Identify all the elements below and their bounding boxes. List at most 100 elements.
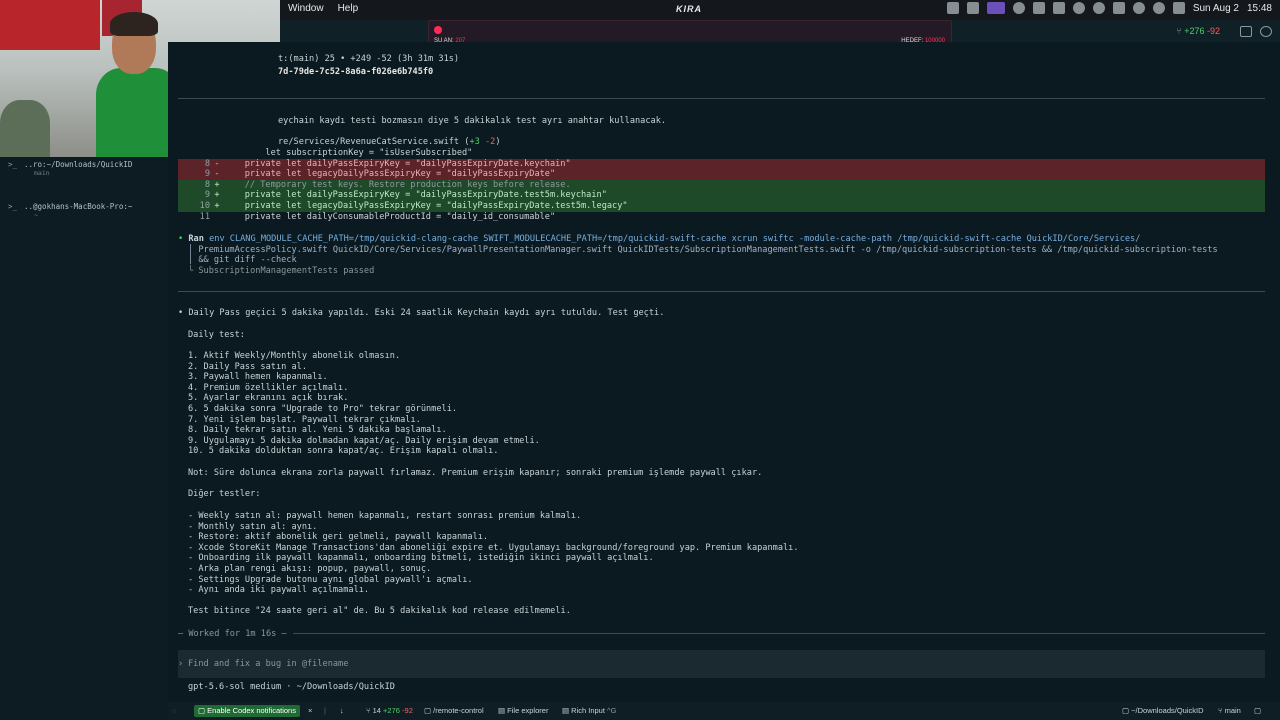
path-indicator[interactable]: ▢ ~/Downloads/QuickID: [1122, 705, 1204, 717]
diff-sign: +: [214, 190, 220, 201]
enable-notifications-button[interactable]: ▢ Enable Codex notifications: [194, 705, 300, 717]
path-label: ~/Downloads/QuickID: [1131, 706, 1204, 715]
branch-indicator[interactable]: ⑂ main: [1218, 705, 1241, 717]
prompt-input[interactable]: › Find and fix a bug in @filename: [178, 650, 1265, 678]
clipboard-icon[interactable]: [1052, 2, 1065, 14]
play-icon[interactable]: [1132, 2, 1145, 14]
tree-branch-icon: │: [188, 245, 199, 255]
time-label[interactable]: 15:48: [1247, 3, 1272, 14]
ran-command: env CLANG_MODULE_CACHE_PATH=/tmp/quickid…: [209, 234, 1141, 244]
menu-window[interactable]: Window: [288, 3, 324, 14]
file-explorer-button[interactable]: ▤ File explorer: [498, 705, 548, 717]
search-icon[interactable]: [1152, 2, 1165, 14]
remote-label: /remote-control: [433, 706, 484, 715]
changes-add: +276: [383, 706, 400, 715]
ran-command-cont: │ PremiumAccessPolicy.swift QuickID/Core…: [188, 245, 1218, 255]
ran-label: Ran: [188, 234, 204, 244]
edited-file-line: re/Services/RevenueCatService.swift (+3 …: [278, 137, 501, 147]
diff-row: 9- private let legacyDailyPassExpiryKey …: [178, 169, 1265, 180]
list-item: - Aynı anda iki paywall açılmamalı.: [188, 585, 370, 596]
changes-count: 14: [372, 706, 381, 715]
bullet-icon: •: [178, 234, 184, 244]
list-item: 4. Premium özellikler açılmalı.: [188, 382, 349, 393]
changes-counter[interactable]: ⑂ 14 +276 -92: [366, 705, 413, 717]
diff-sign: -: [214, 158, 220, 169]
window-icon[interactable]: [966, 2, 979, 14]
file-deletions: -2: [485, 137, 496, 147]
session-id: 7d-79de-7c52-8a6a-f026e6b745f0: [278, 67, 434, 77]
list-item: - Onboarding ilk paywall kapanmalı, onbo…: [188, 553, 654, 564]
person-hair-image: [110, 12, 158, 36]
wifi-icon[interactable]: [1092, 2, 1105, 14]
list-item: - Weekly satın al: paywall hemen kapanma…: [188, 511, 582, 521]
file-stats-close: ): [495, 137, 501, 147]
sessions-sidebar: >_ ..ro:~/Downloads/QuickID main >_ ..@gok…: [0, 157, 169, 720]
app-switcher-icon[interactable]: [986, 2, 1005, 14]
list-item: 6. 5 dakika sonra "Upgrade to Pro" tekra…: [188, 404, 458, 414]
car-poster-image: [0, 0, 100, 50]
branch-label: main: [1224, 706, 1241, 715]
control-center-icon[interactable]: [1172, 2, 1185, 14]
deletions-count: -92: [1206, 26, 1220, 36]
list-item: 5. Ayarlar ekranını açık bırak.: [188, 393, 349, 404]
list-item: 7. Yeni işlem başlat. Paywall tekrar çık…: [188, 414, 421, 425]
daily-test-title: Daily test:: [188, 330, 245, 340]
file-stats-open: (: [459, 137, 470, 147]
diff-sign: +: [214, 201, 220, 211]
list-item: - Xcode StoreKit Manage Transactions'dan…: [188, 542, 799, 553]
list-item: - Monthly satın al: aynı.: [188, 521, 318, 532]
status-circle-icon: ◌: [172, 706, 177, 715]
menu-help[interactable]: Help: [338, 3, 359, 14]
date-label[interactable]: Sun Aug 2: [1193, 3, 1239, 14]
list-item: - Arka plan rengi akışı: popup, paywall,…: [188, 564, 432, 574]
status-bar: ◌ ▢ Enable Codex notifications × | ↓ ⑂ 1…: [168, 702, 1280, 720]
worked-duration: — Worked for 1m 16s —: [178, 629, 287, 639]
grid-icon[interactable]: [946, 2, 959, 14]
dismiss-notifications-button[interactable]: ×: [308, 705, 312, 717]
additions-count: +276: [1184, 26, 1205, 36]
chrome-icon[interactable]: [1012, 2, 1025, 14]
separator: |: [324, 706, 326, 715]
branch-icon: ⑂: [1176, 26, 1185, 36]
list-item: 1. Aktif Weekly/Monthly abonelik olmasın…: [188, 351, 401, 361]
settings-icon[interactable]: ▢: [1254, 705, 1261, 717]
remote-icon: ▢: [424, 706, 434, 715]
battery-icon[interactable]: [1112, 2, 1125, 14]
session-label: ..ro:~/Downloads/QuickID: [24, 160, 133, 169]
notion-icon[interactable]: [1032, 2, 1045, 14]
changes-del: -92: [402, 706, 413, 715]
list-item: - Restore: aktif abonelik geri gelmeli, …: [188, 532, 489, 543]
summary-line: • Daily Pass geçici 5 dakika yapıldı. Es…: [178, 308, 664, 318]
ran-command-line: • Ran env CLANG_MODULE_CACHE_PATH=/tmp/q…: [178, 234, 1140, 244]
account-icon[interactable]: [1260, 26, 1272, 37]
remote-control-button[interactable]: ▢ /remote-control: [424, 705, 484, 717]
diff-row: 8- private let dailyPassExpiryKey = "dai…: [178, 158, 1265, 170]
cloud-icon[interactable]: [1072, 2, 1085, 14]
terminal-icon: >_: [8, 202, 18, 211]
ran-command-cont-2: │ && git diff --check: [188, 255, 297, 265]
explorer-label: File explorer: [507, 706, 549, 715]
status-tray: Sun Aug 2 15:48: [946, 2, 1272, 14]
diff-sign: +: [214, 179, 220, 190]
rich-input-button[interactable]: ▤ Rich Input ^G: [562, 705, 616, 717]
session-item-home[interactable]: >_ ..@gokhans-MacBook-Pro:~ ~: [8, 202, 132, 219]
session-item-quickid[interactable]: >_ ..ro:~/Downloads/QuickID main: [8, 160, 132, 177]
folder-icon: ▢: [1122, 706, 1132, 715]
diff-row: 10 + private let legacyDailyPassExpiryKey…: [178, 201, 1265, 212]
list-item: 8. Daily tekrar satın al. Yeni 5 dakika …: [188, 425, 447, 436]
summary-text: Daily Pass geçici 5 dakika yapıldı. Eski…: [188, 308, 665, 318]
prompt-placeholder[interactable]: Find and fix a bug in @filename: [188, 659, 348, 669]
diff-code: private let legacyDailyPassExpiryKey = "…: [244, 201, 628, 211]
diff-code: private let dailyConsumableProductId = "…: [244, 211, 556, 222]
diff-row: 9 + private let dailyPassExpiryKey = "dai…: [178, 190, 1265, 201]
download-icon[interactable]: ↓: [340, 705, 344, 717]
terminal-output: t:(main) 25 • +249 -52 (3h 31m 31s) 7d-7…: [168, 42, 1280, 702]
diff-code: private let dailyPassExpiryKey = "dailyP…: [244, 190, 607, 201]
folder-icon: ▤: [498, 706, 508, 715]
divider: [178, 98, 1265, 99]
list-item: - Settings Upgrade butonu aynı global pa…: [188, 574, 473, 585]
agent-note: eychain kaydı testi bozmasın diye 5 daki…: [278, 116, 667, 126]
ran-result: └ SubscriptionManagementTests passed: [188, 266, 374, 276]
record-icon: [434, 26, 442, 34]
split-view-icon[interactable]: [1240, 26, 1252, 37]
